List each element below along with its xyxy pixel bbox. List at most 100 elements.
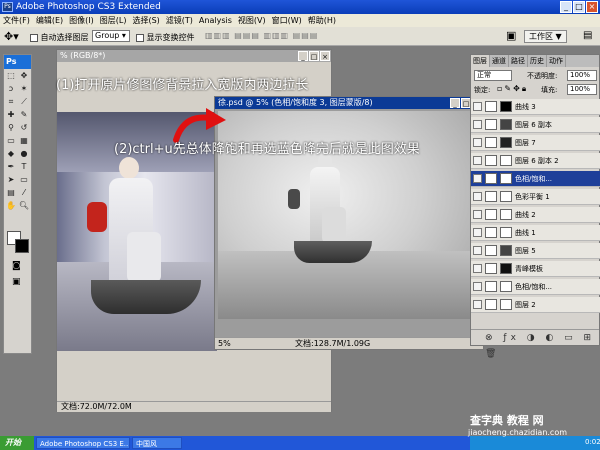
menu-window[interactable]: 窗口(W) [272, 14, 302, 27]
tab-channels[interactable]: 通道 [490, 55, 509, 67]
layer-visibility-icon[interactable] [473, 282, 482, 291]
zoom-tool-icon[interactable]: 🔍︎ [18, 200, 30, 212]
main-document-titlebar[interactable]: 徐.psd @ 5% (色相/饱和度 3, 图层蒙版/8) _ □ × [215, 97, 483, 109]
taskbar-item-photoshop[interactable]: Adobe Photoshop CS3 E... [36, 437, 130, 449]
notes-tool-icon[interactable]: ▤ [5, 187, 17, 199]
fill-input[interactable]: 100% [567, 84, 597, 95]
menu-file[interactable]: 文件(F) [3, 14, 30, 27]
layer-row[interactable]: 图层 6 副本 2 [471, 153, 600, 169]
workspace-camera-icon[interactable]: ▣ [506, 29, 516, 42]
layer-mask-icon[interactable] [500, 173, 512, 184]
layer-row[interactable]: 色相/饱和... [471, 171, 600, 187]
layer-visibility-icon[interactable] [473, 192, 482, 201]
left-doc-minimize-button[interactable]: _ [298, 51, 308, 61]
stamp-tool-icon[interactable]: ⚲ [5, 122, 17, 134]
layer-row[interactable]: 色相/饱和... [471, 279, 600, 295]
shape-tool-icon[interactable]: ▭ [18, 174, 30, 186]
auto-select-dropdown[interactable]: Group ▾ [92, 30, 130, 42]
align-buttons-icon[interactable]: ▥▥▥ ▤▤▤ ▥▥▥ ▤▤▤ [205, 31, 318, 40]
show-transform-option[interactable]: 显示变换控件 [136, 32, 195, 43]
move-tool-icon-2[interactable]: ✥ [18, 70, 30, 82]
blend-mode-select[interactable]: 正常 [474, 70, 512, 81]
layer-visibility-icon[interactable] [473, 120, 482, 129]
layer-visibility-icon[interactable] [473, 228, 482, 237]
layer-row[interactable]: 图层 2 [471, 297, 600, 313]
main-doc-minimize-button[interactable]: _ [450, 98, 460, 108]
hand-tool-icon[interactable]: ✋ [5, 200, 17, 212]
menu-filter[interactable]: 滤镜(T) [166, 14, 193, 27]
palette-well-icon[interactable]: ▤ [583, 30, 592, 41]
marquee-tool-icon[interactable]: ⬚ [5, 70, 17, 82]
menu-analysis[interactable]: Analysis [199, 14, 232, 27]
minimize-button[interactable]: _ [560, 1, 572, 13]
auto-select-option[interactable]: 自动选择图层 [30, 32, 89, 43]
move-tool-icon[interactable]: ✥▾ [4, 30, 19, 43]
layers-panel-footer-icons[interactable]: ⊗ ƒx ◑ ◐ ▭ ⊞ 🗑︎ [471, 329, 599, 359]
menu-image[interactable]: 图像(I) [69, 14, 94, 27]
layer-mask-icon[interactable] [500, 137, 512, 148]
layer-mask-icon[interactable] [500, 101, 512, 112]
lasso-tool-icon[interactable]: ↄ [5, 83, 17, 95]
menu-view[interactable]: 视图(V) [238, 14, 266, 27]
menu-help[interactable]: 帮助(H) [308, 14, 336, 27]
pen-tool-icon[interactable]: ✒ [5, 161, 17, 173]
type-tool-icon[interactable]: T [18, 161, 30, 173]
magic-wand-icon[interactable]: ✶ [18, 83, 30, 95]
menu-edit[interactable]: 编辑(E) [36, 14, 63, 27]
layer-visibility-icon[interactable] [473, 102, 482, 111]
lock-icons[interactable]: ▫✎✥🔒︎ [497, 84, 528, 94]
layer-row[interactable]: 曲线 2 [471, 207, 600, 223]
layer-mask-icon[interactable] [500, 281, 512, 292]
layer-visibility-icon[interactable] [473, 138, 482, 147]
gradient-tool-icon[interactable]: ▦ [18, 135, 30, 147]
history-brush-icon[interactable]: ↺ [18, 122, 30, 134]
layer-row[interactable]: 色彩平衡 1 [471, 189, 600, 205]
menu-select[interactable]: 选择(S) [132, 14, 159, 27]
main-document-window[interactable]: 徐.psd @ 5% (色相/饱和度 3, 图层蒙版/8) _ □ × 5% 文… [214, 96, 484, 350]
layer-row[interactable]: 曲线 3 [471, 99, 600, 115]
healing-brush-icon[interactable]: ✚ [5, 109, 17, 121]
path-select-icon[interactable]: ➤ [5, 174, 17, 186]
background-color-swatch[interactable] [15, 239, 29, 253]
blur-tool-icon[interactable]: ◆ [5, 148, 17, 160]
tab-history[interactable]: 历史 [528, 55, 547, 67]
layer-row[interactable]: 图层 6 副本 [471, 117, 600, 133]
layer-visibility-icon[interactable] [473, 210, 482, 219]
screen-mode-icon[interactable]: ▣ [12, 277, 21, 287]
eraser-tool-icon[interactable]: ▭ [5, 135, 17, 147]
layer-mask-icon[interactable] [500, 155, 512, 166]
left-document-titlebar[interactable]: % (RGB/8*) _ □ × [57, 50, 331, 62]
layer-mask-icon[interactable] [500, 299, 512, 310]
crop-tool-icon[interactable]: ⌗ [5, 96, 17, 108]
slice-tool-icon[interactable]: ⟋ [18, 96, 30, 108]
layer-visibility-icon[interactable] [473, 264, 482, 273]
show-transform-checkbox[interactable] [136, 33, 144, 42]
tab-actions[interactable]: 动作 [547, 55, 566, 67]
quick-mask-icon[interactable]: ◙ [12, 261, 21, 271]
layer-visibility-icon[interactable] [473, 156, 482, 165]
layer-mask-icon[interactable] [500, 263, 512, 274]
layer-row[interactable]: 图层 7 [471, 135, 600, 151]
main-document-zoom[interactable]: 5% [218, 339, 231, 349]
layer-mask-icon[interactable] [500, 227, 512, 238]
layer-row[interactable]: 青峰模板 [471, 261, 600, 277]
layer-mask-icon[interactable] [500, 191, 512, 202]
eyedropper-icon[interactable]: ⁄ [18, 187, 30, 199]
left-doc-close-button[interactable]: × [320, 51, 330, 61]
left-doc-maximize-button[interactable]: □ [309, 51, 319, 61]
start-button[interactable]: 开始 [0, 436, 34, 450]
close-button[interactable]: × [586, 1, 598, 13]
taskbar-item-folder[interactable]: 中国风 [132, 437, 182, 449]
layer-visibility-icon[interactable] [473, 174, 482, 183]
auto-select-checkbox[interactable] [30, 33, 38, 42]
layer-mask-icon[interactable] [500, 245, 512, 256]
menu-layer[interactable]: 图层(L) [100, 14, 127, 27]
layer-visibility-icon[interactable] [473, 246, 482, 255]
opacity-input[interactable]: 100% [567, 70, 597, 81]
maximize-button[interactable]: □ [573, 1, 585, 13]
layer-row[interactable]: 曲线 1 [471, 225, 600, 241]
workspace-button[interactable]: 工作区 ▼ [524, 30, 567, 43]
layer-visibility-icon[interactable] [473, 300, 482, 309]
tab-paths[interactable]: 路径 [509, 55, 528, 67]
layer-mask-icon[interactable] [500, 209, 512, 220]
